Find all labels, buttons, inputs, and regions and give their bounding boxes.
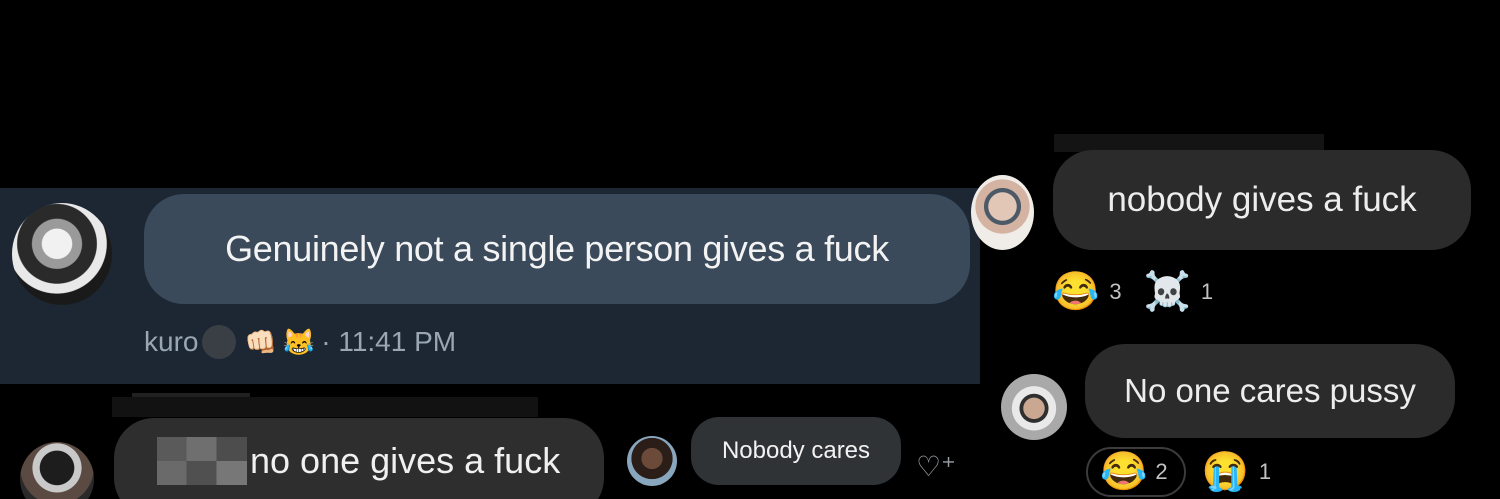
divider: [112, 397, 538, 417]
reaction-count: 1: [1258, 459, 1272, 484]
username-label[interactable]: kuro: [144, 326, 198, 358]
skull-crossbones-emoji-icon[interactable]: ☠️: [1144, 270, 1191, 314]
message-meta: kuro 👊🏻 😹 · 11:41 PM: [144, 320, 456, 364]
reaction-row: 😂 3 ☠️ 1: [1052, 268, 1235, 316]
message-bubble-nobody-gives[interactable]: nobody gives a fuck: [1053, 150, 1471, 250]
heart-plus-icon[interactable]: ♡⁺: [916, 450, 956, 483]
message-bubble-no-one-cares[interactable]: No one cares pussy: [1085, 344, 1455, 438]
avatar-glasses[interactable]: [971, 175, 1034, 250]
message-text-nobody-gives: nobody gives a fuck: [1107, 180, 1417, 219]
censored-name-block: [157, 437, 247, 485]
avatar-woman[interactable]: [627, 436, 677, 486]
message-bubble-nobody-cares[interactable]: Nobody cares: [691, 417, 901, 485]
message-timestamp: · 11:41 PM: [321, 326, 457, 357]
reaction-pill-laughing[interactable]: 😂 2: [1086, 447, 1186, 497]
reaction-count: 3: [1109, 279, 1122, 304]
avatar-kuro[interactable]: [12, 203, 112, 305]
message-bubble-main[interactable]: Genuinely not a single person gives a fu…: [144, 194, 970, 304]
reaction-row: 😂 2 😭 1: [1086, 447, 1293, 497]
cat-joy-emoji-icon: 😹: [282, 326, 316, 357]
avatar-anime[interactable]: [20, 442, 94, 499]
avatar-astronaut[interactable]: [1001, 374, 1067, 440]
reaction-count: 2: [1155, 459, 1168, 484]
laughing-emoji-icon[interactable]: 😂: [1052, 270, 1099, 314]
message-text-no-one-cares: No one cares pussy: [1124, 372, 1416, 409]
fist-emoji-icon: 👊🏻: [244, 326, 277, 357]
crying-emoji-icon[interactable]: 😭: [1202, 450, 1249, 494]
laughing-emoji-icon: 😂: [1100, 451, 1148, 493]
message-text-nobody-cares: Nobody cares: [721, 437, 871, 464]
message-text-main: Genuinely not a single person gives a fu…: [225, 228, 889, 269]
user-badge-icon: [202, 325, 237, 359]
message-text-no-one: no one gives a fuck: [250, 440, 561, 481]
reaction-count: 1: [1200, 279, 1214, 304]
